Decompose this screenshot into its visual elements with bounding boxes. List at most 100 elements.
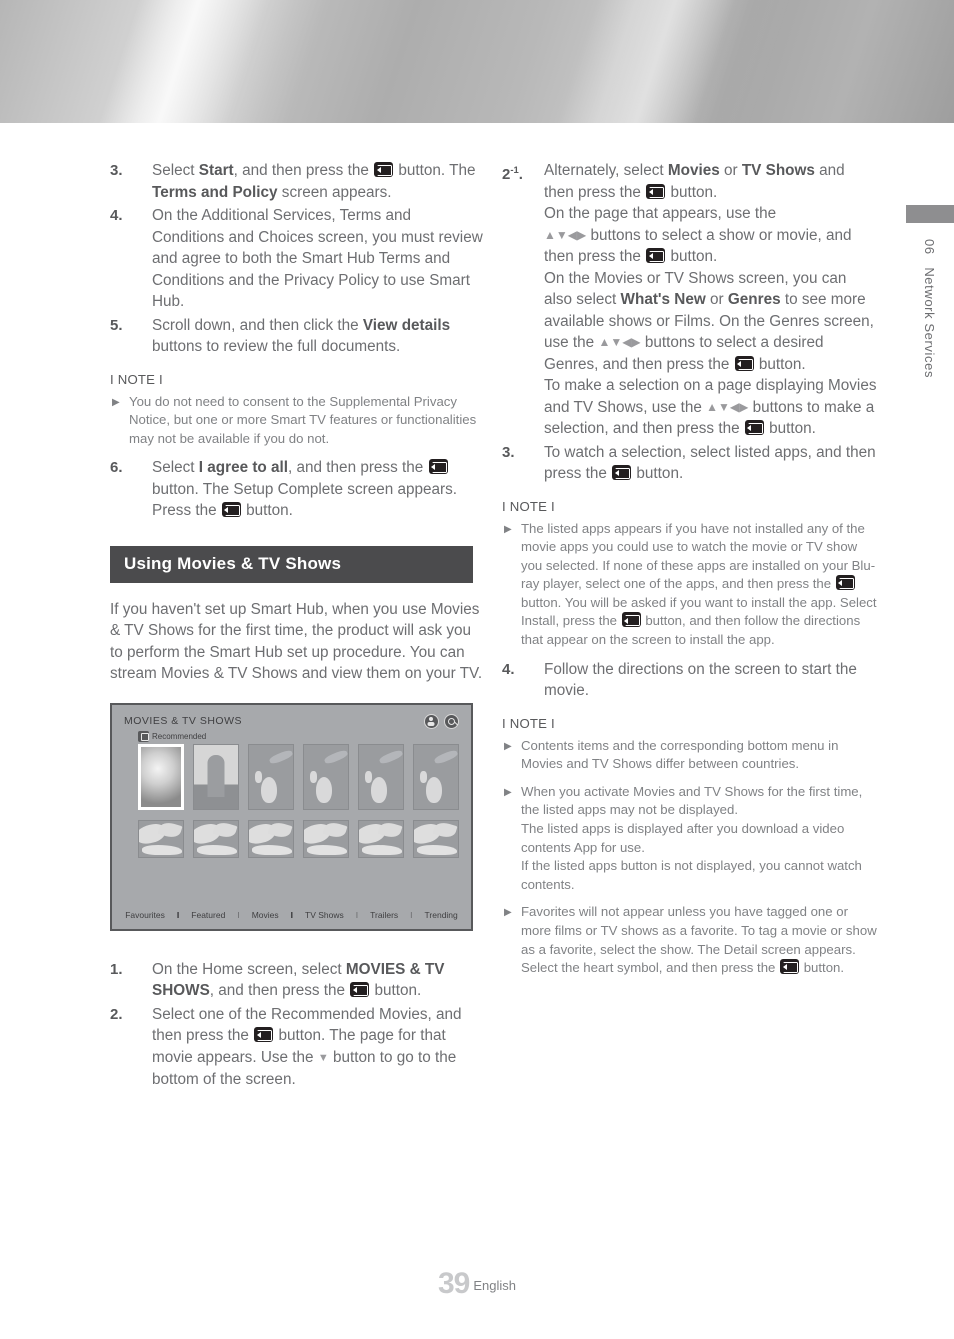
note-text: Favorites will not appear unless you hav… [521,904,877,976]
figure-nav-item[interactable]: Trending [413,910,470,920]
step-number: 5. [110,316,123,334]
note-item-list: ▶ The listed apps appears if you have not… [502,520,877,650]
page-top-banner [0,0,954,123]
section-heading: Using Movies & TV Shows [110,545,473,583]
bullet-icon: ▶ [112,396,120,408]
enter-button-icon [254,1027,274,1043]
figure-thumbnail-row-1 [138,743,459,810]
thumbnail-item[interactable] [358,743,404,810]
recommended-badge-icon [138,730,149,742]
figure-bottom-nav: Favourites I Featured I Movies I TV Shows I Trai… [112,910,471,920]
right-step-2-1: 2-1. Alternately, select Movies or TV Sho… [502,160,877,440]
numbered-step: 2-1. Alternately, select Movies or TV Sho… [502,160,877,440]
figure-nav-item[interactable]: Favourites [113,910,177,920]
thumbnail-item[interactable] [413,743,459,810]
thumbnail-item[interactable] [303,819,349,858]
note-text: Contents items and the corresponding bot… [521,737,839,772]
numbered-step: 3. To watch a selection, select listed ap… [502,442,877,485]
side-tab-accent-bar [906,205,954,223]
figure-recommended-row: Recommended [138,730,459,742]
step-number: 4. [502,660,515,678]
page-footer: 39 English [0,1267,954,1301]
recommended-label: Recommended [152,731,207,741]
thumbnail-item[interactable] [358,819,404,858]
note-text: You do not need to consent to the Supple… [129,393,477,446]
section-body-text: If you haven't set up Smart Hub, when yo… [110,600,483,683]
thumbnail-item[interactable] [138,743,184,810]
enter-button-icon [780,959,800,975]
note-item-list: ▶ You do not need to consent to the Suppl… [110,393,485,449]
thumbnail-item[interactable] [193,819,239,858]
step-text: Scroll down, and then click the View det… [152,316,451,356]
numbered-step: 3. Select Start, and then press the butto… [110,160,485,203]
thumbnail-item[interactable] [413,819,459,858]
thumbnail-item[interactable] [248,743,294,810]
left-step-list-after-figure: 1. On the Home screen, select MOVIES & TV… [110,959,485,1091]
figure-icon-group [424,713,459,729]
down-arrow-icon: ▼ [317,1051,329,1064]
numbered-step: 4. On the Additional Services, Terms and … [110,205,485,313]
bullet-icon: ▶ [504,907,512,919]
figure-nav-item[interactable]: TV Shows [293,910,356,920]
right-column: 2-1. Alternately, select Movies or TV Sho… [502,160,877,987]
figure-nav-item[interactable]: Trailers [358,910,410,920]
numbered-step: 6. Select I agree to all, and then press … [110,457,485,522]
note-block-1: I NOTE I ▶ You do not need to consent to … [110,372,485,449]
step-number: 4. [110,207,123,224]
search-icon[interactable] [444,713,459,729]
direction-arrows-icon: ▲▼◀▶ [544,227,587,242]
bullet-icon: ▶ [504,523,512,535]
step-text: To watch a selection, select listed apps… [544,443,876,483]
numbered-step: 1. On the Home screen, select MOVIES & TV… [110,959,485,1002]
page-language: English [473,1278,516,1293]
thumbnail-item[interactable] [193,743,239,810]
enter-button-icon [428,459,448,475]
step-text: Select Start, and then press the button.… [152,162,476,201]
enter-button-icon [646,183,666,199]
left-step-6: 6. Select I agree to all, and then press … [110,457,485,522]
note-block-2: I NOTE I ▶ The listed apps appears if you… [502,499,877,650]
direction-arrows-icon: ▲▼◀▶ [706,399,749,414]
note-block-3: I NOTE I ▶ Contents items and the corresp… [502,716,877,978]
step-number: 3. [110,162,123,179]
direction-arrows-icon: ▲▼◀▶ [598,335,641,349]
note-item: ▶ The listed apps appears if you have not… [502,520,877,650]
step-text: Select I agree to all, and then press th… [152,459,457,520]
page-number: 39 [437,1267,470,1300]
note-title: I NOTE I [502,498,555,514]
side-tab-number: 06 [922,239,937,255]
step-text: On the Home screen, select MOVIES & TV S… [152,960,445,1000]
enter-button-icon [350,982,370,998]
user-icon[interactable] [424,713,439,729]
enter-button-icon [835,575,855,591]
numbered-step: 4. Follow the directions on the screen to… [502,659,877,702]
step-text: Alternately, select Movies or TV Shows a… [544,162,877,437]
numbered-step: 5. Scroll down, and then click the View d… [110,315,485,358]
figure-thumbnail-row-2 [138,819,459,858]
chapter-side-tab: 06 Network Services [906,205,954,378]
step-text: Follow the directions on the screen to s… [544,660,857,700]
enter-button-icon [744,420,764,435]
right-step-3: 3. To watch a selection, select listed ap… [502,442,877,485]
note-item: ▶ You do not need to consent to the Suppl… [110,393,485,449]
step-number: 6. [110,459,123,477]
step-number: 3. [502,443,515,461]
bullet-icon: ▶ [504,740,512,752]
figure-nav-item[interactable]: Featured [179,910,237,920]
left-column: 3. Select Start, and then press the butto… [110,160,485,1093]
note-title: I NOTE I [502,715,555,731]
note-item: ▶ When you activate Movies and TV Shows f… [502,783,877,895]
movies-tv-shows-figure: MOVIES & TV SHOWS Recommended Favourites… [110,702,473,931]
note-text: The listed apps appears if you have not … [521,520,877,648]
left-step-list: 3. Select Start, and then press the butto… [110,160,485,358]
enter-button-icon [621,612,641,628]
enter-button-icon [612,465,632,480]
step-number: 2. [110,1005,123,1023]
note-item-list: ▶ Contents items and the corresponding bo… [502,737,877,978]
thumbnail-item[interactable] [303,743,349,810]
figure-nav-item[interactable]: Movies [240,910,291,920]
note-title: I NOTE I [110,371,163,387]
enter-button-icon [221,502,241,518]
thumbnail-item[interactable] [248,819,294,858]
thumbnail-item[interactable] [138,819,184,858]
